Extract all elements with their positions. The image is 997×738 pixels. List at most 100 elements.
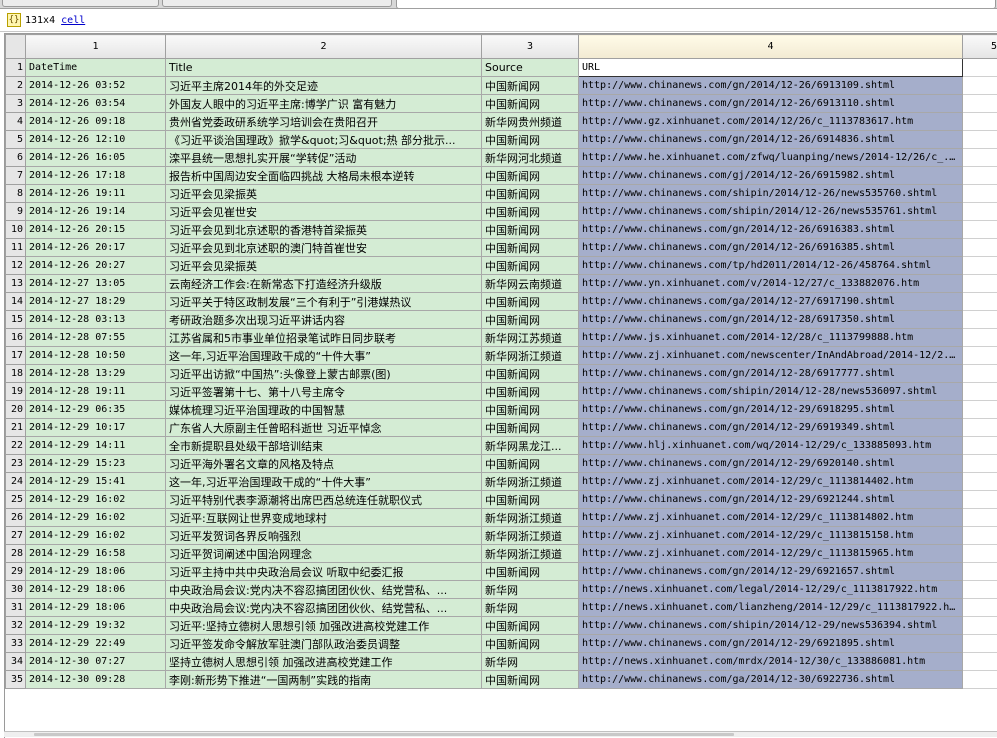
grid-cell[interactable]: http://news.xinhuanet.com/lianzheng/2014…: [579, 599, 963, 617]
grid-cell[interactable]: 新华网贵州频道: [482, 113, 579, 131]
row-header[interactable]: 22: [6, 437, 26, 455]
grid-cell[interactable]: 2014-12-26 19:14: [26, 203, 166, 221]
empty-cell[interactable]: [963, 275, 997, 293]
grid-cell[interactable]: 中国新闻网: [482, 491, 579, 509]
row-header[interactable]: 8: [6, 185, 26, 203]
corner-header[interactable]: [6, 35, 26, 59]
empty-cell[interactable]: [963, 671, 997, 689]
grid-cell[interactable]: 习近平会见梁振英: [166, 257, 482, 275]
empty-cell[interactable]: [963, 563, 997, 581]
empty-cell[interactable]: [963, 581, 997, 599]
empty-cell[interactable]: [963, 401, 997, 419]
grid-cell[interactable]: 新华网: [482, 653, 579, 671]
grid-cell[interactable]: http://www.zj.xinhuanet.com/2014-12/29/c…: [579, 545, 963, 563]
row-header[interactable]: 11: [6, 239, 26, 257]
grid-cell[interactable]: 李刚:新形势下推进“一国两制”实践的指南: [166, 671, 482, 689]
empty-cell[interactable]: [963, 203, 997, 221]
empty-cell[interactable]: [963, 509, 997, 527]
row-header[interactable]: 12: [6, 257, 26, 275]
grid-cell[interactable]: 中央政治局会议:党内决不容忍搞团团伙伙、结党营私、...: [166, 599, 482, 617]
grid-cell[interactable]: 2014-12-26 03:54: [26, 95, 166, 113]
grid-cell[interactable]: 中国新闻网: [482, 419, 579, 437]
grid-cell[interactable]: 广东省人大原副主任曾昭科逝世 习近平悼念: [166, 419, 482, 437]
grid-cell[interactable]: 中国新闻网: [482, 293, 579, 311]
empty-cell[interactable]: [963, 455, 997, 473]
grid-cell[interactable]: 2014-12-29 10:17: [26, 419, 166, 437]
grid-cell[interactable]: 2014-12-29 18:06: [26, 563, 166, 581]
empty-cell[interactable]: [963, 131, 997, 149]
empty-cell[interactable]: [963, 527, 997, 545]
grid-cell[interactable]: 外国友人眼中的习近平主席:博学广识 富有魅力: [166, 95, 482, 113]
grid-cell[interactable]: 习近平出访掀“中国热”:头像登上蒙古邮票(图): [166, 365, 482, 383]
row-header[interactable]: 13: [6, 275, 26, 293]
grid-cell[interactable]: 新华网浙江频道: [482, 527, 579, 545]
row-header[interactable]: 20: [6, 401, 26, 419]
row-header[interactable]: 33: [6, 635, 26, 653]
grid-cell[interactable]: 习近平贺词阐述中国治网理念: [166, 545, 482, 563]
grid-cell[interactable]: 习近平主席2014年的外交足迹: [166, 77, 482, 95]
horizontal-scrollbar[interactable]: [4, 731, 997, 737]
grid-cell[interactable]: DateTime: [26, 59, 166, 77]
grid-cell[interactable]: 2014-12-27 13:05: [26, 275, 166, 293]
grid-cell[interactable]: 习近平签发命令解放军驻澳门部队政治委员调整: [166, 635, 482, 653]
grid-cell[interactable]: 新华网江苏频道: [482, 329, 579, 347]
grid-cell[interactable]: 新华网浙江频道: [482, 473, 579, 491]
grid-cell[interactable]: 中国新闻网: [482, 383, 579, 401]
empty-cell[interactable]: [963, 545, 997, 563]
grid-cell[interactable]: http://www.zj.xinhuanet.com/2014-12/29/c…: [579, 509, 963, 527]
grid-cell[interactable]: 中国新闻网: [482, 365, 579, 383]
grid-cell[interactable]: 2014-12-29 19:32: [26, 617, 166, 635]
row-header[interactable]: 29: [6, 563, 26, 581]
row-header[interactable]: 31: [6, 599, 26, 617]
grid-cell[interactable]: http://www.chinanews.com/ga/2014/12-30/6…: [579, 671, 963, 689]
grid-cell[interactable]: 报告析中国周边安全面临四挑战 大格局未根本逆转: [166, 167, 482, 185]
row-header[interactable]: 7: [6, 167, 26, 185]
grid-cell[interactable]: http://www.yn.xinhuanet.com/v/2014-12/27…: [579, 275, 963, 293]
grid-cell[interactable]: 习近平会见梁振英: [166, 185, 482, 203]
grid-cell[interactable]: 新华网: [482, 581, 579, 599]
grid-cell[interactable]: 2014-12-28 03:13: [26, 311, 166, 329]
grid-cell[interactable]: http://www.chinanews.com/gn/2014/12-26/6…: [579, 77, 963, 95]
grid-cell[interactable]: http://news.xinhuanet.com/legal/2014-12/…: [579, 581, 963, 599]
grid-cell[interactable]: 新华网黑龙江...: [482, 437, 579, 455]
empty-cell[interactable]: [963, 473, 997, 491]
grid-cell[interactable]: Source: [482, 59, 579, 77]
variable-editor-grid[interactable]: 1 2 3 4 5 1DateTimeTitleSourceURL22014-1…: [4, 33, 997, 738]
grid-cell[interactable]: 中国新闻网: [482, 167, 579, 185]
grid-cell[interactable]: http://www.js.xinhuanet.com/2014-12/28/c…: [579, 329, 963, 347]
column-header-5[interactable]: 5: [963, 35, 997, 59]
row-header[interactable]: 3: [6, 95, 26, 113]
grid-cell[interactable]: 全市新提职县处级干部培训结束: [166, 437, 482, 455]
grid-cell[interactable]: 贵州省党委政研系统学习培训会在贵阳召开: [166, 113, 482, 131]
row-header[interactable]: 25: [6, 491, 26, 509]
grid-cell[interactable]: 习近平:坚持立德树人思想引领 加强改进高校党建工作: [166, 617, 482, 635]
grid-cell[interactable]: 中国新闻网: [482, 455, 579, 473]
empty-cell[interactable]: [963, 365, 997, 383]
grid-cell[interactable]: 新华网浙江频道: [482, 347, 579, 365]
grid-cell[interactable]: 2014-12-29 22:49: [26, 635, 166, 653]
grid-cell[interactable]: http://www.chinanews.com/gn/2014/12-29/6…: [579, 401, 963, 419]
grid-cell[interactable]: 中国新闻网: [482, 77, 579, 95]
grid-cell[interactable]: http://www.chinanews.com/gn/2014/12-29/6…: [579, 563, 963, 581]
window-tab[interactable]: [2, 0, 159, 7]
grid-cell[interactable]: 中国新闻网: [482, 221, 579, 239]
grid-cell[interactable]: 媒体梳理习近平治国理政的中国智慧: [166, 401, 482, 419]
empty-cell[interactable]: [963, 95, 997, 113]
empty-cell[interactable]: [963, 653, 997, 671]
grid-cell[interactable]: 2014-12-29 16:02: [26, 509, 166, 527]
grid-cell[interactable]: 这一年,习近平治国理政干成的“十件大事”: [166, 347, 482, 365]
grid-cell[interactable]: 2014-12-29 16:02: [26, 491, 166, 509]
grid-cell[interactable]: Title: [166, 59, 482, 77]
grid-cell[interactable]: 2014-12-30 07:27: [26, 653, 166, 671]
grid-cell[interactable]: http://www.chinanews.com/gn/2014/12-28/6…: [579, 365, 963, 383]
grid-cell[interactable]: 2014-12-28 19:11: [26, 383, 166, 401]
grid-cell[interactable]: 习近平海外署名文章的风格及特点: [166, 455, 482, 473]
row-header[interactable]: 17: [6, 347, 26, 365]
row-header[interactable]: 1: [6, 59, 26, 77]
grid-cell[interactable]: 2014-12-26 20:27: [26, 257, 166, 275]
row-header[interactable]: 6: [6, 149, 26, 167]
grid-cell[interactable]: http://www.chinanews.com/gn/2014/12-26/6…: [579, 239, 963, 257]
grid-cell[interactable]: 习近平会见到北京述职的香港特首梁振英: [166, 221, 482, 239]
grid-cell[interactable]: 2014-12-26 17:18: [26, 167, 166, 185]
row-header[interactable]: 28: [6, 545, 26, 563]
